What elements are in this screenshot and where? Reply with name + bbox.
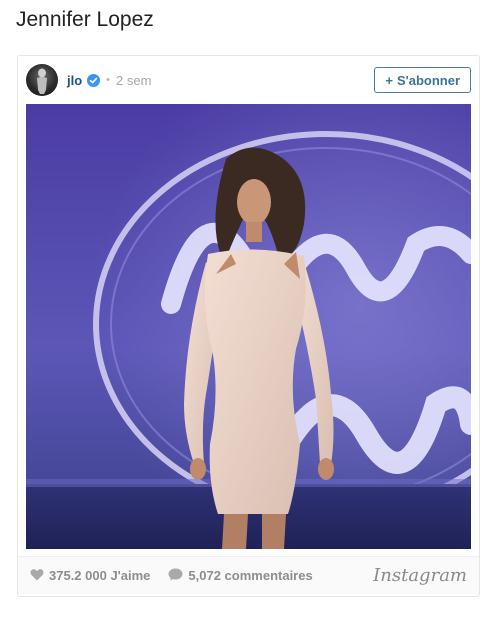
avatar[interactable] xyxy=(26,64,58,96)
verified-badge-icon xyxy=(87,73,101,87)
instagram-logo[interactable]: Instagram xyxy=(373,565,467,586)
comments-label: 5,072 commentaires xyxy=(188,568,313,583)
comment-icon xyxy=(168,568,183,584)
heart-icon xyxy=(30,568,44,584)
likes-count[interactable]: 375.2 000 J'aime xyxy=(30,568,150,584)
follow-button-label: S'abonner xyxy=(396,72,460,88)
likes-label: 375.2 000 J'aime xyxy=(49,568,151,583)
page-title: Jennifer Lopez xyxy=(16,8,154,31)
post-time[interactable]: 2 sem xyxy=(116,73,151,88)
separator-dot: • xyxy=(106,74,111,86)
username-link[interactable]: jlo xyxy=(67,73,82,88)
comments-count[interactable]: 5,072 commentaires xyxy=(168,568,313,584)
post-header: jlo • 2 sem + S'abonner xyxy=(26,63,471,97)
instagram-embed: jlo • 2 sem + S'abonner 375.2 000 J'aime… xyxy=(17,55,480,597)
post-footer: 375.2 000 J'aime 5,072 commentaires Inst… xyxy=(18,556,479,594)
plus-icon: + xyxy=(385,72,393,88)
post-photo[interactable] xyxy=(26,104,471,549)
follow-button[interactable]: + S'abonner xyxy=(374,67,471,93)
